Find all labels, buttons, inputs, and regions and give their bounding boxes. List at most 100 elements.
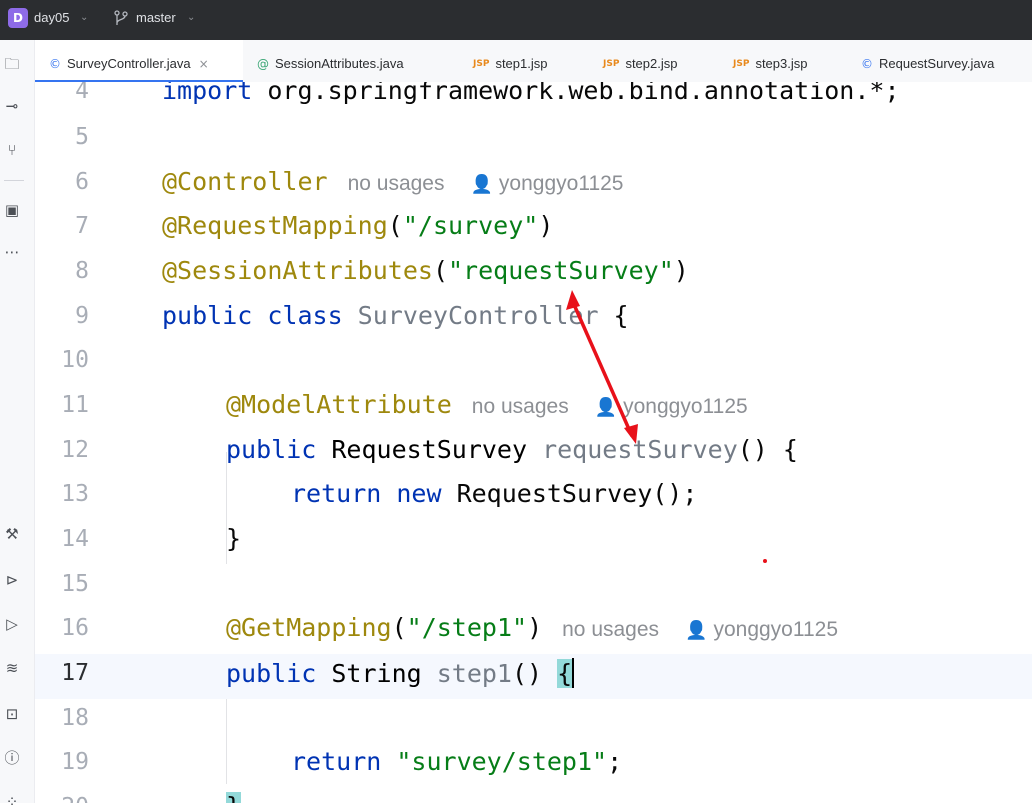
punct: ; (607, 747, 623, 776)
keyword: return new (291, 479, 457, 508)
matched-brace: { (557, 659, 573, 688)
code-line[interactable]: 4 import org.springframework.web.bind.an… (35, 82, 1032, 119)
user-icon: 👤 (594, 397, 618, 418)
code-text: @ModelAttribute no usages 👤 yonggyo1125 (226, 390, 748, 419)
jsp-icon: JSP (733, 59, 750, 69)
keyword: public (226, 435, 332, 464)
line-number: 16 (61, 615, 89, 641)
code-text: return "survey/step1"; (291, 747, 622, 776)
paren: ) (538, 211, 554, 240)
string-literal: "/step1" (406, 613, 528, 642)
more-icon[interactable]: ⋯ (0, 242, 24, 262)
line-number: 18 (61, 705, 89, 731)
tab-step1-jsp[interactable]: JSP step1.jsp (473, 40, 547, 82)
code-line[interactable]: 11 @ModelAttribute no usages 👤 yonggyo1125 (35, 386, 1032, 431)
annotation: @Controller (162, 167, 328, 196)
line-number: 5 (75, 124, 89, 150)
project-folder-icon[interactable]: 🗀 (0, 54, 24, 74)
punct: () { (737, 435, 798, 464)
usages-hint[interactable]: no usages (472, 395, 569, 418)
text-caret (572, 658, 575, 688)
code-line[interactable]: 18 (35, 699, 1032, 744)
code-line[interactable]: 12 public RequestSurvey requestSurvey() … (35, 431, 1032, 476)
structure-icon[interactable]: ▣ (0, 200, 24, 220)
matched-brace: } (226, 792, 242, 803)
author-hint[interactable]: yonggyo1125 (713, 618, 838, 641)
code-text: @SessionAttributes("requestSurvey") (162, 256, 689, 285)
class-name: SurveyController (357, 301, 599, 330)
terminal-icon[interactable]: ⊡ (0, 704, 24, 724)
version-control-icon[interactable]: ⁘ (0, 792, 24, 812)
paren: ( (432, 256, 448, 285)
code-text: } (226, 792, 242, 803)
user-icon: 👤 (685, 620, 708, 641)
line-number: 6 (75, 169, 89, 195)
code-editor[interactable]: 4 import org.springframework.web.bind.an… (35, 82, 1032, 803)
code-line[interactable]: 10 (35, 341, 1032, 386)
code-line[interactable]: 14 } (35, 520, 1032, 565)
paren: ) (673, 256, 689, 285)
project-name[interactable]: day05 (34, 10, 69, 25)
chevron-down-icon[interactable]: ⌄ (80, 12, 90, 23)
project-badge[interactable]: D (8, 8, 28, 28)
line-number: 14 (61, 526, 89, 552)
code-text: public RequestSurvey requestSurvey() { (226, 435, 798, 464)
jsp-icon: JSP (473, 59, 490, 69)
code-text: @Controller no usages 👤 yonggyo1125 (162, 167, 623, 196)
annotation: @RequestMapping (162, 211, 388, 240)
method-name: requestSurvey (542, 435, 738, 464)
code-text: @RequestMapping("/survey") (162, 211, 553, 240)
line-number: 4 (75, 82, 89, 104)
punct: { (598, 301, 629, 330)
author-hint[interactable]: yonggyo1125 (623, 395, 748, 418)
debug-icon[interactable]: ▷ (0, 614, 24, 634)
pull-requests-icon[interactable]: ⑂ (0, 140, 24, 160)
tab-step3-jsp[interactable]: JSP step3.jsp (733, 40, 807, 82)
code-line[interactable]: 15 (35, 565, 1032, 610)
paren: ( (391, 613, 407, 642)
code-line-current[interactable]: 17 public String step1() { (35, 654, 1032, 699)
usages-hint[interactable]: no usages (562, 618, 659, 641)
line-number: 15 (61, 571, 89, 597)
string-literal: "survey/step1" (396, 747, 608, 776)
paren: ( (387, 211, 403, 240)
close-icon[interactable]: × (199, 57, 209, 71)
code-line[interactable]: 9 public class SurveyController { (35, 297, 1032, 342)
usages-hint[interactable]: no usages (348, 172, 445, 195)
code-line[interactable]: 19 return "survey/step1"; (35, 743, 1032, 788)
problems-icon[interactable]: ⓘ (0, 748, 24, 768)
code-line[interactable]: 13 return new RequestSurvey(); (35, 475, 1032, 520)
code-line[interactable]: 5 (35, 118, 1032, 163)
code-line[interactable]: 7 @RequestMapping("/survey") (35, 207, 1032, 252)
line-number: 20 (35, 794, 89, 803)
code-line[interactable]: 20 } (35, 788, 1032, 803)
keyword: return (291, 747, 397, 776)
title-bar: D day05 ⌄ master ⌄ (0, 0, 1032, 40)
services-layers-icon[interactable]: ≋ (0, 658, 24, 678)
tab-requestsurvey[interactable]: © RequestSurvey.java (861, 40, 994, 82)
tab-surveycontroller[interactable]: © SurveyController.java × (35, 40, 243, 82)
code-line[interactable]: 8 @SessionAttributes("requestSurvey") (35, 252, 1032, 297)
code-text: } (226, 524, 242, 553)
code-line[interactable]: 6 @Controller no usages 👤 yonggyo1125 (35, 163, 1032, 208)
commit-icon[interactable]: ⊸ (0, 96, 24, 116)
string-literal: "requestSurvey" (448, 256, 674, 285)
chevron-down-icon[interactable]: ⌄ (187, 12, 197, 23)
tab-label: SurveyController.java (67, 56, 191, 71)
git-branch-icon[interactable] (114, 10, 128, 26)
java-class-icon: © (49, 57, 61, 71)
tab-sessionattributes[interactable]: @ SessionAttributes.java (257, 40, 404, 82)
annotation: @GetMapping (226, 613, 392, 642)
run-icon[interactable]: ⊳ (0, 570, 24, 590)
code-text: return new RequestSurvey(); (291, 479, 697, 508)
author-hint[interactable]: yonggyo1125 (499, 172, 624, 195)
build-hammer-icon[interactable]: ⚒ (0, 524, 24, 544)
package: org.springframework.web.bind.annotation.… (267, 82, 900, 105)
tab-label: RequestSurvey.java (879, 56, 995, 71)
code-line[interactable]: 16 @GetMapping("/step1") no usages 👤 yonggy… (35, 609, 1032, 654)
code-text: import org.springframework.web.bind.anno… (162, 82, 900, 105)
tab-label: step2.jsp (625, 56, 678, 71)
branch-name[interactable]: master (136, 10, 176, 25)
tab-step2-jsp[interactable]: JSP step2.jsp (603, 40, 677, 82)
punct: () (511, 659, 558, 688)
